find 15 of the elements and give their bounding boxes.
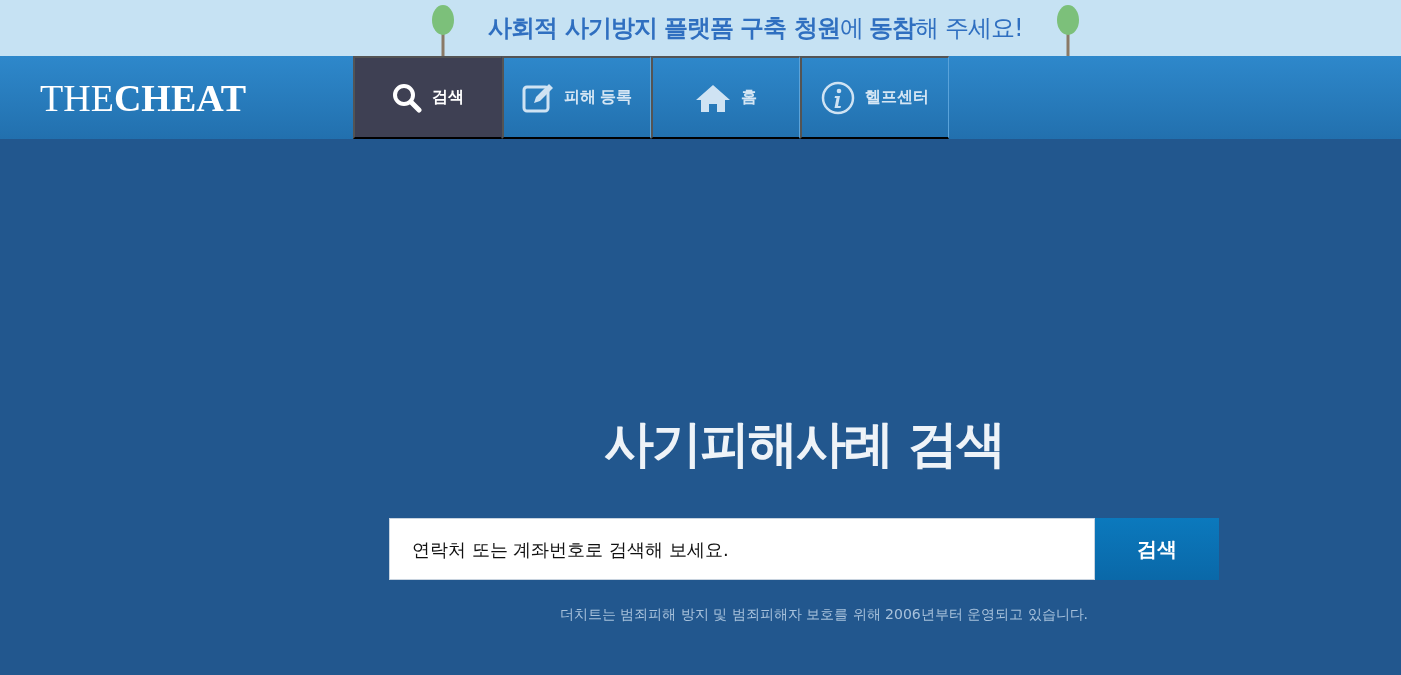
nav-tab[interactable]: 헬프센터 — [800, 56, 949, 139]
edit-icon — [521, 81, 554, 114]
home-icon — [695, 82, 731, 113]
nav-tab[interactable]: 홈 — [651, 56, 800, 139]
info-icon — [821, 80, 855, 115]
search-icon — [392, 82, 422, 113]
nav-tab[interactable]: 피해 등록 — [502, 56, 651, 139]
footer-note: 더치트는 범죄피해 방지 및 범죄피해자 보호를 위해 2006년부터 운영되고 있습니다. — [559, 606, 1089, 624]
petition-banner[interactable]: 사회적 사기방지 플랫폼 구축 청원에 동참해 주세요! — [0, 0, 1401, 56]
search-field[interactable]: 연락처 또는 계좌번호로 검색해 보세요. — [389, 518, 1095, 580]
search-button[interactable]: 검색 — [1095, 518, 1219, 580]
nav-tab[interactable]: 검색 — [353, 56, 502, 139]
banner-text[interactable]: 사회적 사기방지 플랫폼 구축 청원에 동참해 주세요! — [488, 12, 1023, 44]
page-heading: 사기피해사례 검색 — [604, 414, 1004, 475]
logo[interactable]: THECHEAT — [40, 75, 247, 120]
